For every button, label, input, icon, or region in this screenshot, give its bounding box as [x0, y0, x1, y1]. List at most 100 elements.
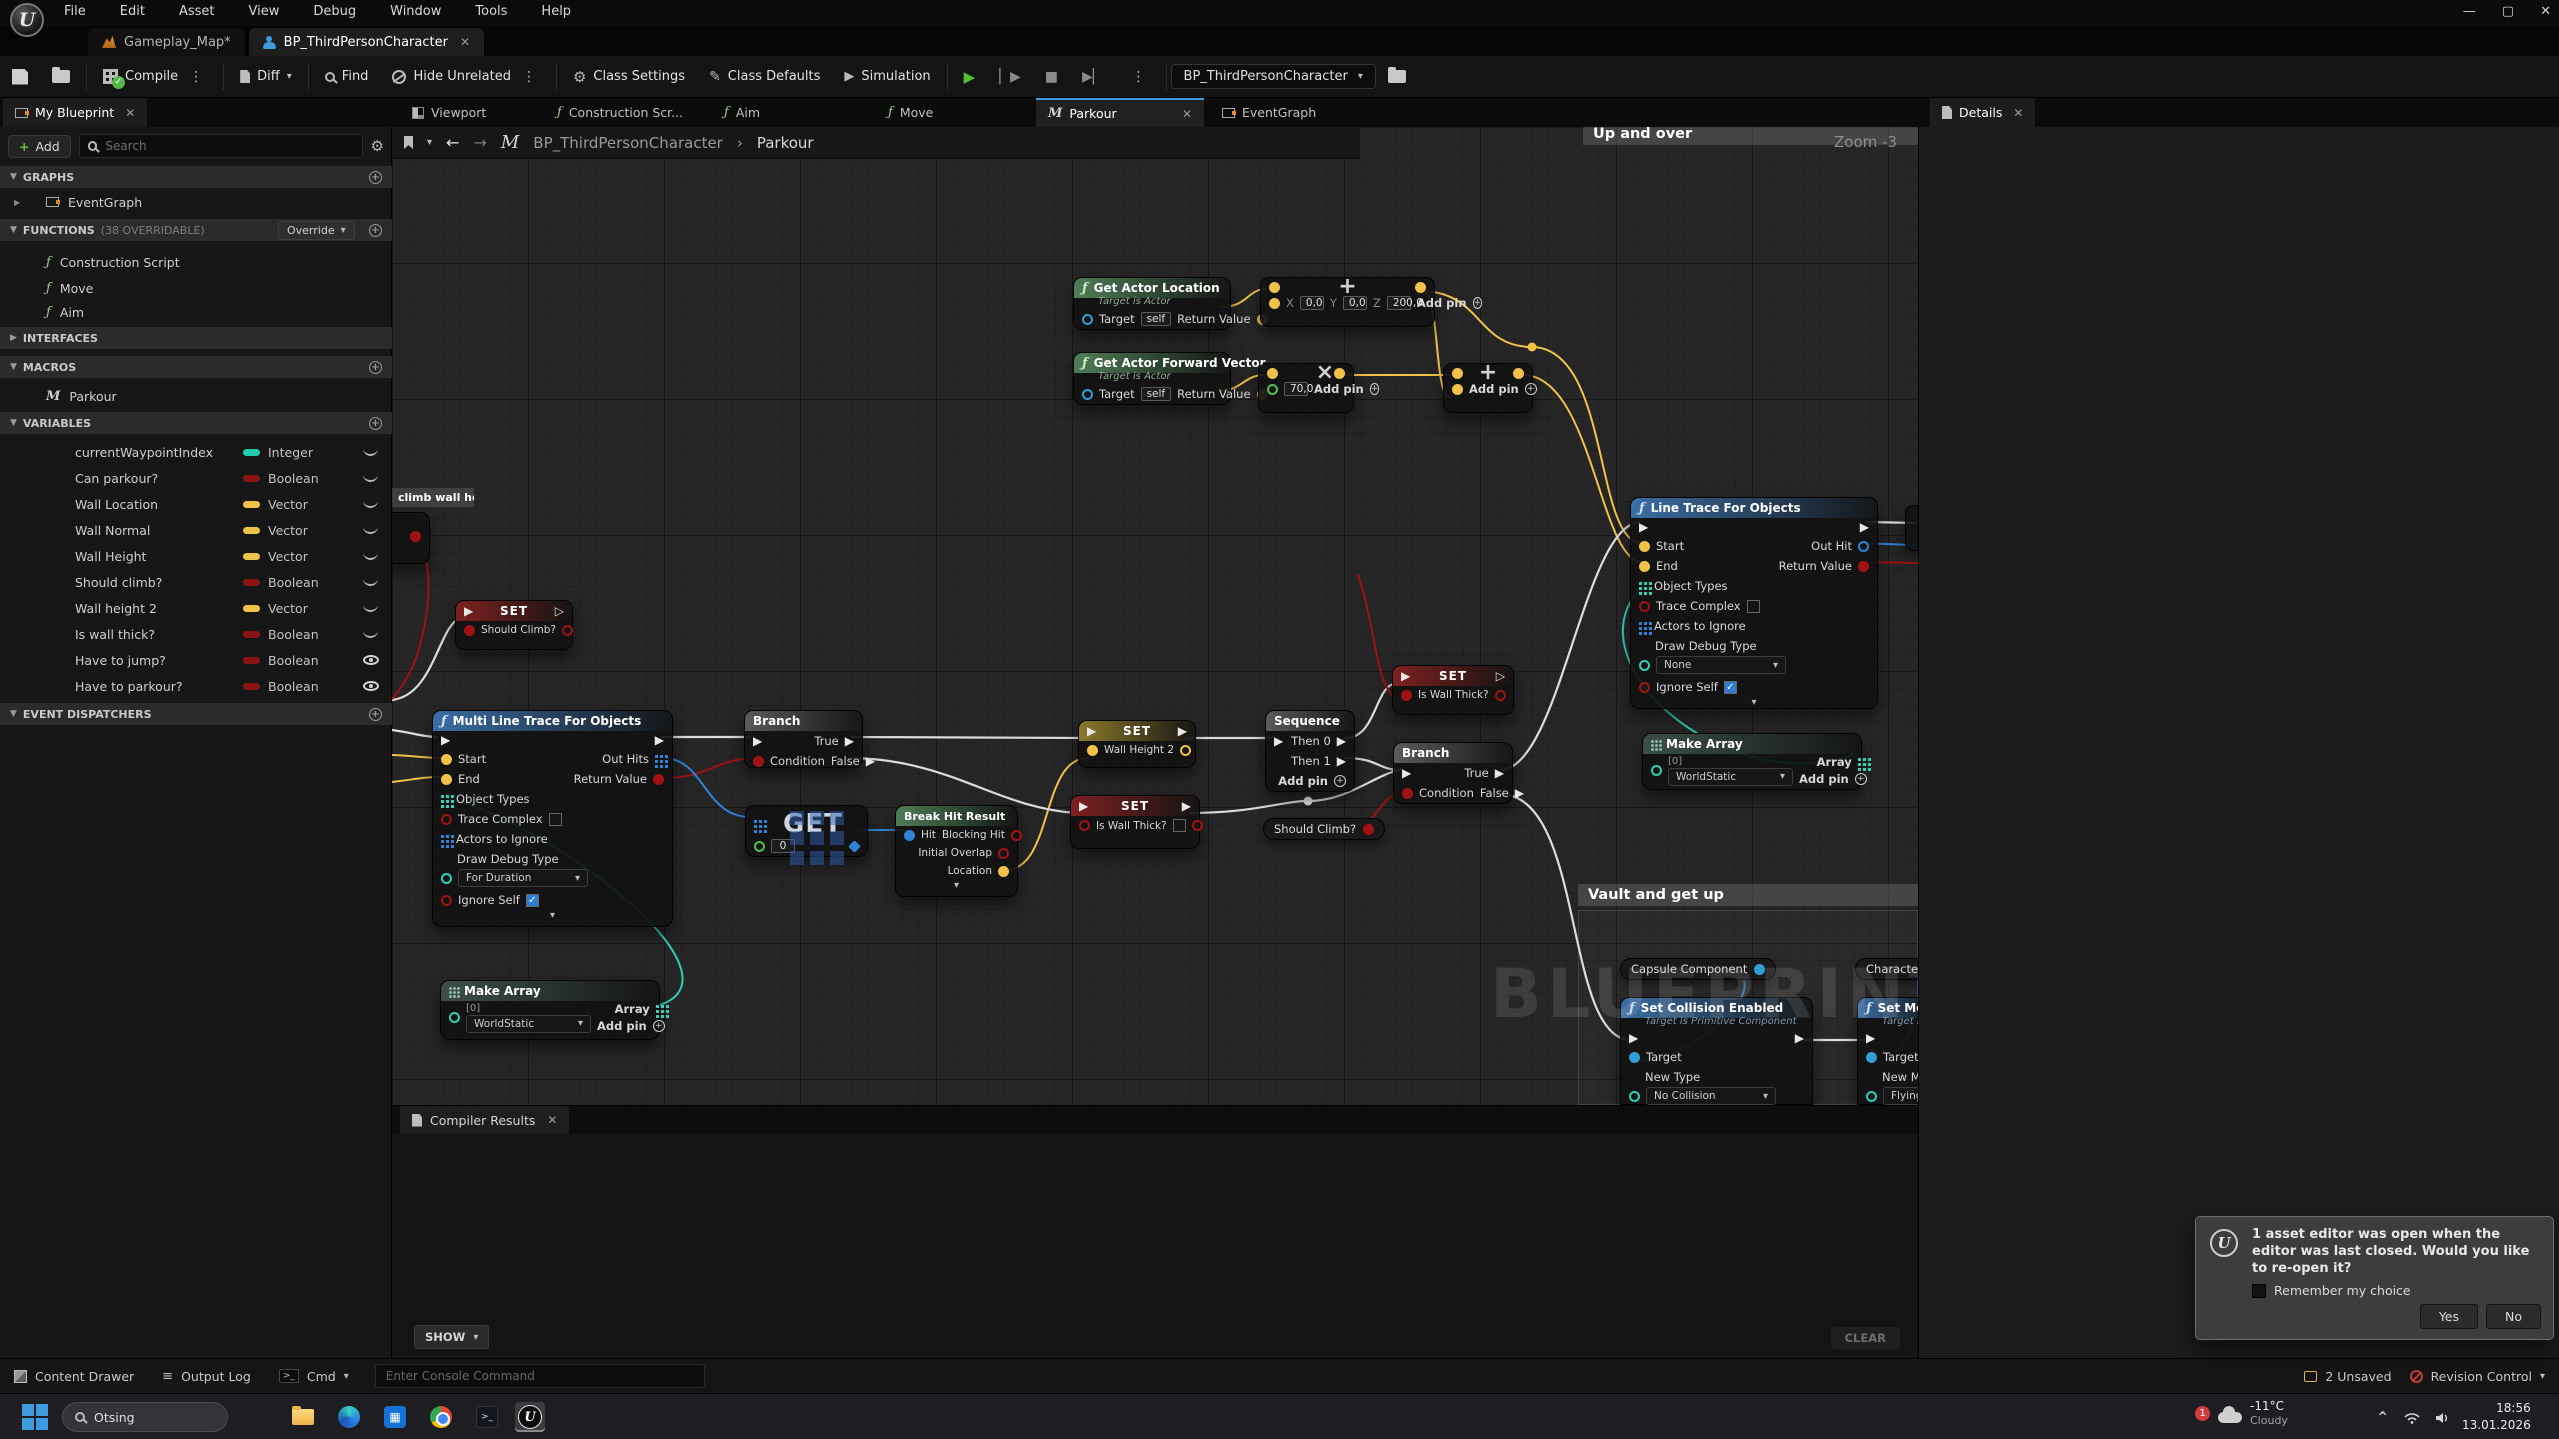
- node-set-is-wall-thick-b[interactable]: ▶ SET ▷ Is Wall Thick?: [1392, 665, 1514, 715]
- minimize-button[interactable]: —: [2463, 4, 2476, 19]
- eye-open-icon[interactable]: [363, 655, 379, 665]
- panel-settings-icon[interactable]: ⚙: [371, 137, 384, 155]
- node-get-array-element[interactable]: GET 0: [745, 805, 868, 857]
- draw-debug-pin[interactable]: [1639, 660, 1650, 671]
- menu-edit[interactable]: Edit: [120, 4, 145, 19]
- add-variable-icon[interactable]: +: [369, 417, 382, 430]
- breadcrumb-root[interactable]: BP_ThirdPersonCharacter: [533, 134, 723, 152]
- variable-row[interactable]: Wall Height Vector: [0, 543, 392, 569]
- element-0-pin[interactable]: [449, 1012, 460, 1023]
- taskbar-explorer[interactable]: [288, 1402, 318, 1432]
- close-icon[interactable]: ✕: [125, 106, 135, 120]
- compile-button[interactable]: ✓ Compile ⋮: [91, 56, 219, 97]
- tab-bp-thirdpersoncharacter[interactable]: BP_ThirdPersonCharacter ✕: [249, 28, 484, 56]
- ignore-self-pin[interactable]: [441, 895, 452, 906]
- eye-closed-icon[interactable]: [363, 552, 378, 560]
- bookmark-icon[interactable]: [404, 136, 413, 149]
- out-hit-pin[interactable]: [1858, 541, 1869, 552]
- add-pin-icon[interactable]: +: [1334, 775, 1346, 787]
- revision-control-button[interactable]: Revision Control ▾: [2410, 1369, 2545, 1384]
- sidebar-item-eventgraph[interactable]: ▶ EventGraph: [0, 190, 392, 214]
- false-pin[interactable]: ▶: [1515, 787, 1524, 799]
- ignore-self-checkbox[interactable]: ✓: [1724, 681, 1737, 694]
- chevron-down-icon[interactable]: ▾: [427, 137, 432, 148]
- output-log-button[interactable]: ≡ Output Log: [148, 1359, 265, 1393]
- array-in-pin[interactable]: [754, 820, 757, 823]
- target-value[interactable]: self: [1141, 387, 1172, 401]
- bool-in-pin[interactable]: [464, 625, 475, 636]
- menu-asset[interactable]: Asset: [179, 4, 215, 19]
- exec-in-pin[interactable]: ▶: [1629, 1032, 1638, 1044]
- add-pin-icon[interactable]: +: [1855, 773, 1867, 785]
- add-button[interactable]: + Add: [8, 135, 71, 158]
- remember-checkbox[interactable]: [2252, 1284, 2266, 1298]
- element-type-dropdown[interactable]: WorldStatic▾: [466, 1015, 591, 1033]
- variable-row[interactable]: Wall Location Vector: [0, 491, 392, 517]
- tab-aim[interactable]: ƒ Aim: [712, 98, 772, 127]
- hide-unrelated-button[interactable]: Hide Unrelated ⋮: [380, 56, 552, 97]
- expand-icon[interactable]: ▶: [14, 198, 20, 207]
- start-pin[interactable]: [441, 754, 452, 765]
- no-button[interactable]: No: [2486, 1304, 2541, 1329]
- menu-help[interactable]: Help: [541, 4, 571, 19]
- variable-row[interactable]: currentWaypointIndex Integer: [0, 439, 392, 465]
- volume-icon[interactable]: [2435, 1412, 2449, 1424]
- array-out-pin[interactable]: [656, 1005, 659, 1008]
- bool-out-pin[interactable]: [1363, 824, 1374, 835]
- return-value-pin[interactable]: [1858, 561, 1869, 572]
- find-button[interactable]: Find: [313, 56, 381, 97]
- blueprint-search[interactable]: [79, 134, 363, 158]
- maximize-button[interactable]: ▢: [2502, 4, 2514, 19]
- eye-closed-icon[interactable]: [363, 604, 378, 612]
- then-1-pin[interactable]: ▶: [1337, 755, 1346, 767]
- taskbar-store[interactable]: ▦: [380, 1402, 410, 1432]
- node-get-capsule-component[interactable]: Capsule Component: [1620, 958, 1776, 980]
- node-get-character-movement[interactable]: Character Mo: [1855, 958, 1918, 980]
- new-type-pin[interactable]: [1629, 1091, 1640, 1102]
- bool-in-pin[interactable]: [1401, 690, 1412, 701]
- eye-closed-icon[interactable]: [363, 578, 378, 586]
- output-pin[interactable]: [1334, 368, 1345, 379]
- element-0-pin[interactable]: [1651, 765, 1662, 776]
- cmd-dropdown[interactable]: >_ Cmd ▾: [265, 1359, 363, 1393]
- menu-window[interactable]: Window: [390, 4, 441, 19]
- variable-row[interactable]: Can parkour? Boolean: [0, 465, 392, 491]
- close-icon[interactable]: ✕: [2013, 106, 2023, 120]
- play-button[interactable]: ▶: [952, 56, 988, 97]
- blocking-hit-pin[interactable]: [1011, 830, 1022, 841]
- tab-my-blueprint[interactable]: My Blueprint ✕: [3, 98, 147, 127]
- true-pin[interactable]: ▶: [845, 735, 854, 747]
- event-dispatchers-section-header[interactable]: ▼ EVENT DISPATCHERS +: [0, 703, 392, 725]
- close-button[interactable]: ✕: [2540, 4, 2551, 19]
- node-line-trace-for-objects[interactable]: ƒLine Trace For Objects ▶ ▶ Start Out Hi…: [1630, 497, 1878, 709]
- eye-closed-icon[interactable]: [363, 630, 378, 638]
- comment-climb-wall-height[interactable]: climb wall height: [392, 488, 474, 507]
- menu-tools[interactable]: Tools: [475, 4, 507, 19]
- class-defaults-button[interactable]: ✎ Class Defaults: [697, 56, 832, 97]
- wifi-icon[interactable]: [2404, 1412, 2420, 1424]
- yes-button[interactable]: Yes: [2420, 1304, 2478, 1329]
- unsaved-indicator[interactable]: 2 Unsaved: [2304, 1369, 2391, 1384]
- diff-button[interactable]: Diff ▾: [228, 56, 304, 97]
- then-0-pin[interactable]: ▶: [1337, 735, 1346, 747]
- node-set-should-climb[interactable]: ▶ SET ▷ Should Climb?: [455, 600, 573, 650]
- hide-unrelated-options-icon[interactable]: ⋮: [518, 69, 540, 85]
- bool-pin[interactable]: [410, 531, 421, 542]
- variable-row[interactable]: Wall height 2 Vector: [0, 595, 392, 621]
- functions-section-header[interactable]: ▼ FUNCTIONS (38 OVERRIDABLE) Override ▾ …: [0, 219, 392, 241]
- ignore-self-pin[interactable]: [1639, 682, 1650, 693]
- interfaces-section-header[interactable]: ▶ INTERFACES: [0, 327, 392, 349]
- close-tab-icon[interactable]: ✕: [460, 35, 470, 49]
- trace-complex-checkbox[interactable]: [1747, 600, 1760, 613]
- exec-out-pin[interactable]: ▶: [1795, 1032, 1804, 1044]
- node-get-actor-forward-vector[interactable]: ƒGet Actor Forward Vector Target is Acto…: [1073, 352, 1231, 405]
- node-set-wall-height-2[interactable]: ▶ SET ▶ Wall Height 2: [1078, 720, 1196, 768]
- menu-debug[interactable]: Debug: [313, 4, 356, 19]
- input-pin[interactable]: [1452, 384, 1463, 395]
- draw-debug-dropdown[interactable]: None▾: [1656, 656, 1786, 674]
- taskbar-clock[interactable]: 18:56 13.01.2026: [2462, 1400, 2531, 1434]
- output-pin[interactable]: [1513, 368, 1524, 379]
- target-value[interactable]: self: [1141, 312, 1172, 326]
- add-dispatcher-icon[interactable]: +: [369, 708, 382, 721]
- node-break-hit-result[interactable]: Break Hit Result Hit Blocking Hit Initia…: [895, 805, 1018, 897]
